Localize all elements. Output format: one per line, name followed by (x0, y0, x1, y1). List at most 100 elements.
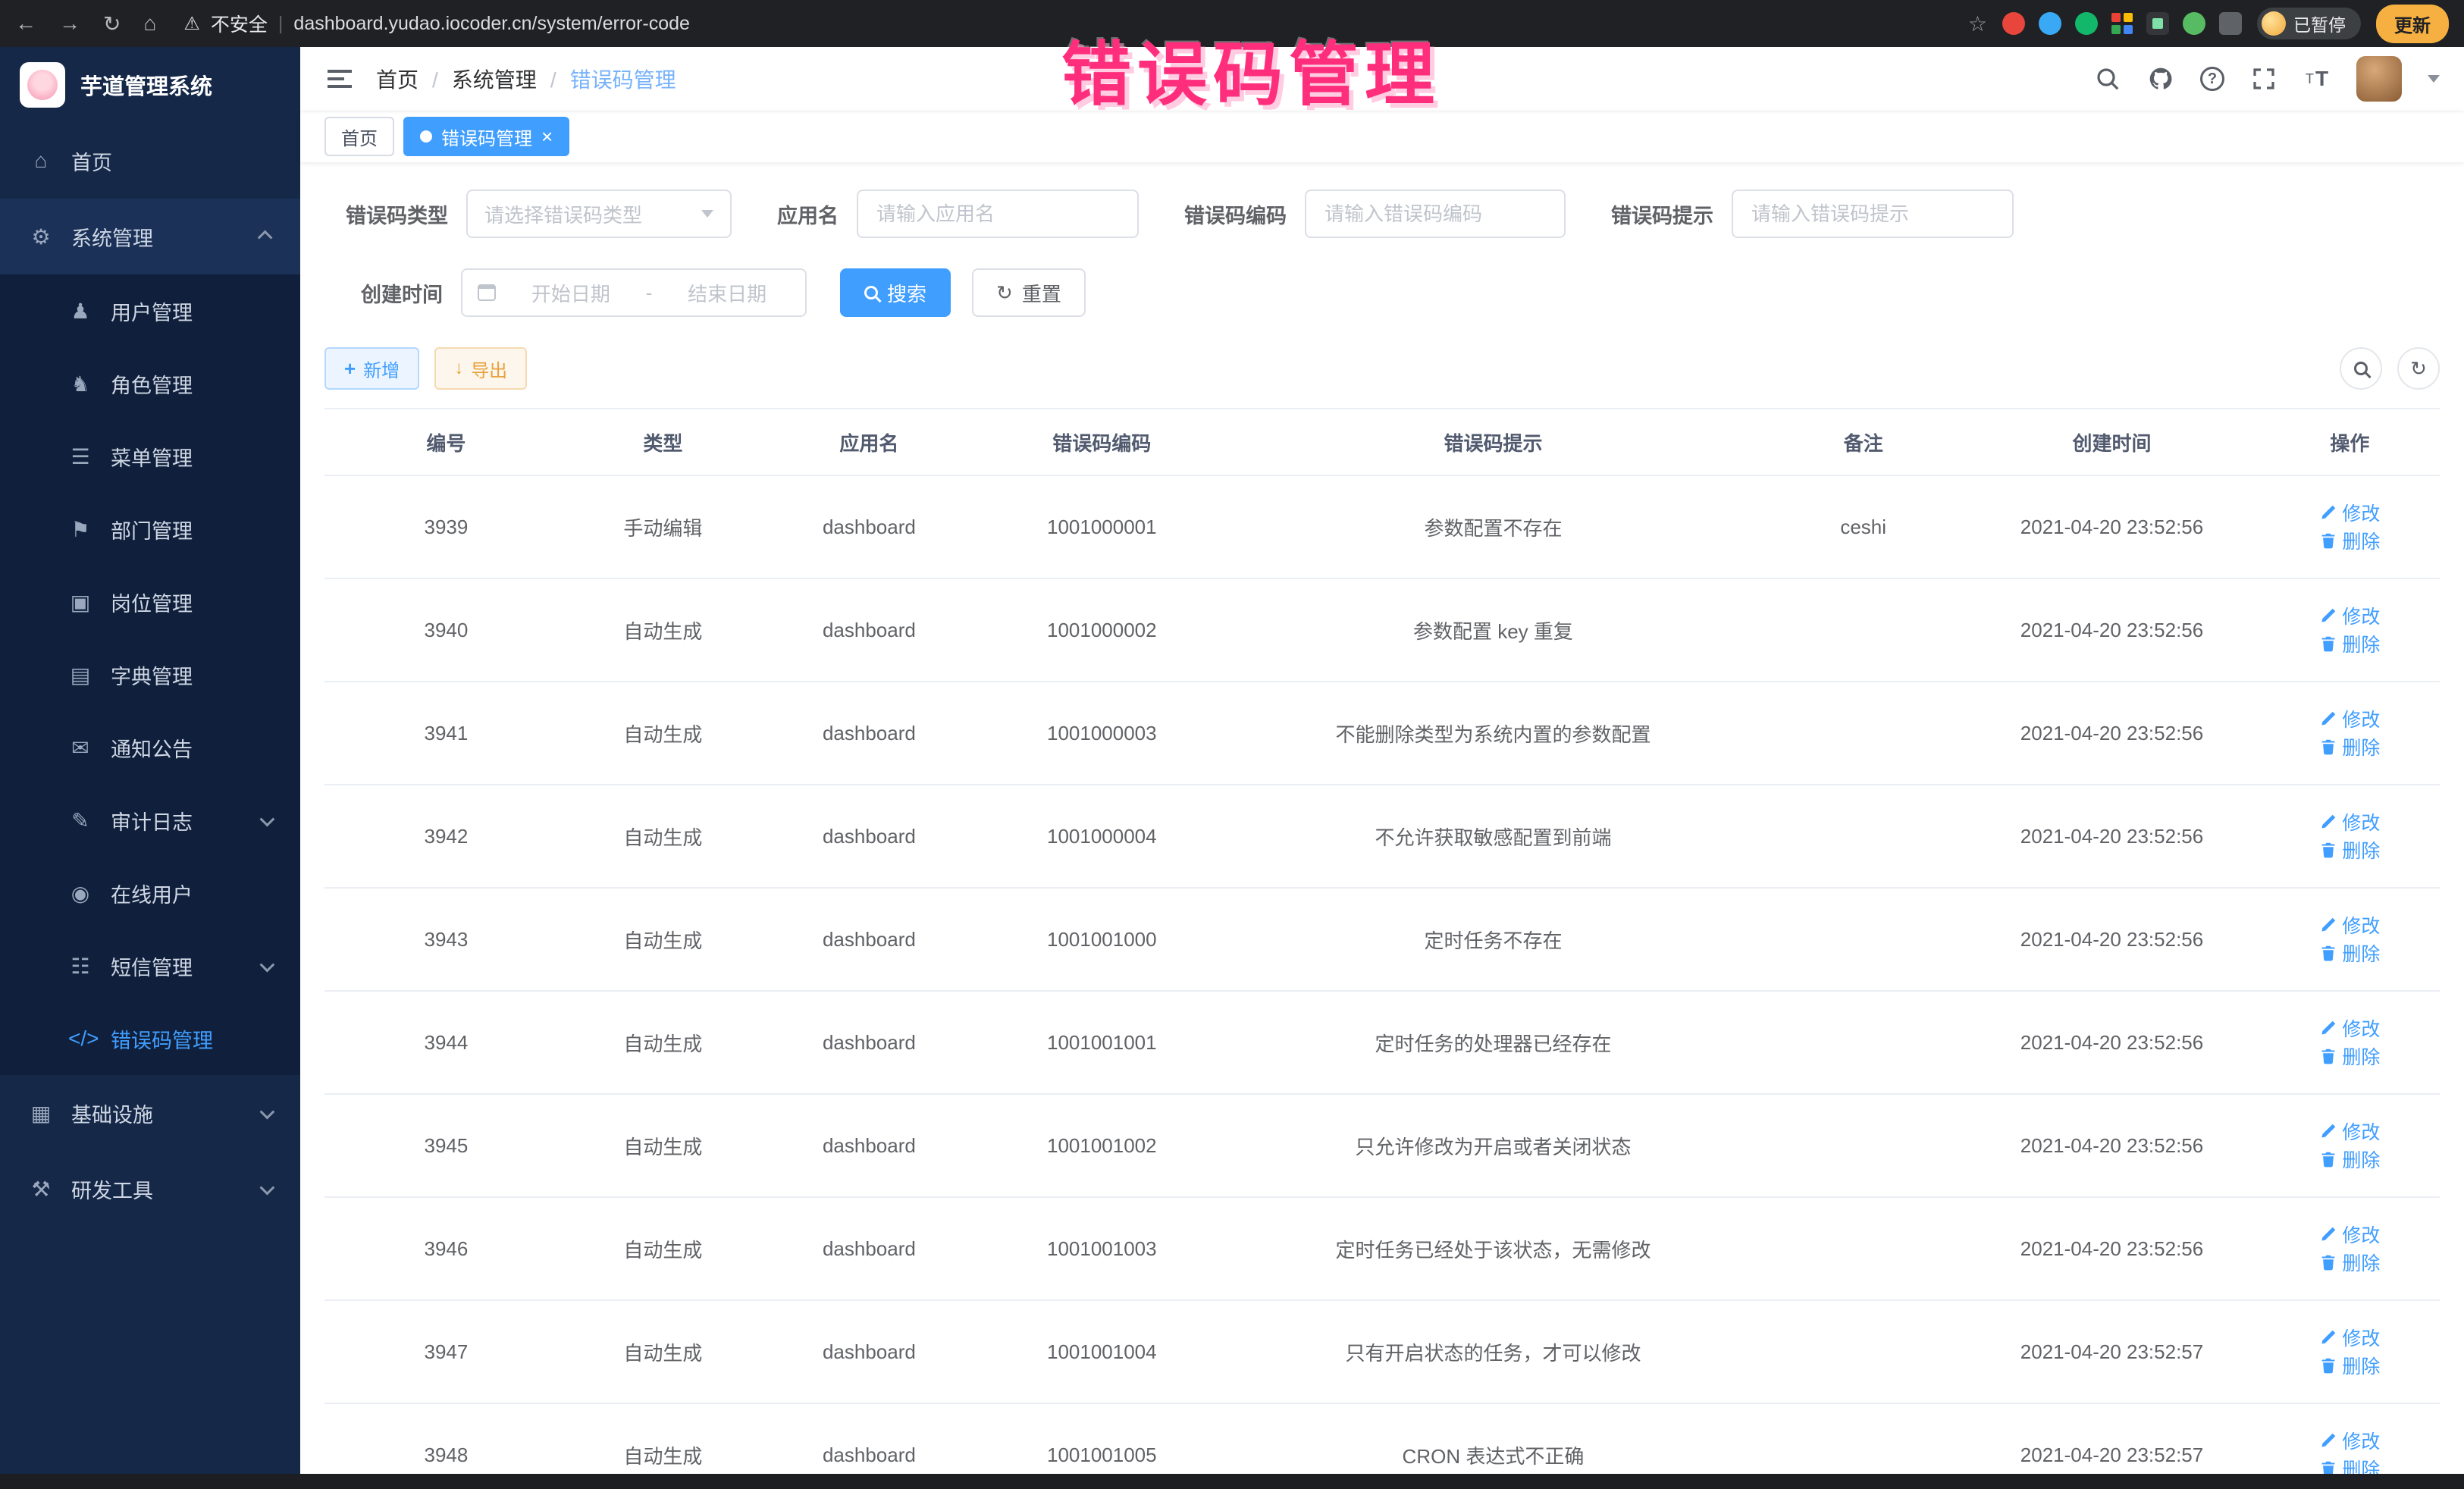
browser-home-icon[interactable] (143, 11, 156, 36)
error-code-input[interactable] (1305, 190, 1566, 238)
sidebar-item-position-management[interactable]: ▣ 岗位管理 (0, 566, 300, 638)
plus-icon (344, 357, 356, 381)
chevron-down-icon[interactable] (2428, 75, 2440, 83)
delete-link[interactable]: 删除 (2319, 733, 2380, 760)
edit-link[interactable]: 修改 (2319, 499, 2380, 526)
add-button[interactable]: 新增 (324, 347, 419, 390)
help-icon[interactable] (2200, 67, 2224, 91)
sidebar-item-dictionary-management[interactable]: ▤ 字典管理 (0, 638, 300, 711)
tab-close-icon[interactable] (541, 125, 553, 149)
cell-hint: 参数配置 key 重复 (1224, 578, 1763, 682)
delete-link[interactable]: 删除 (2319, 630, 2380, 657)
edit-link[interactable]: 修改 (2319, 1118, 2380, 1145)
extension-record-icon[interactable] (2002, 12, 2025, 35)
sidebar-toggle-icon[interactable] (324, 64, 355, 94)
edit-icon (2319, 1328, 2337, 1346)
cell-hint: 定时任务已经处于该状态，无需修改 (1224, 1197, 1763, 1300)
export-button[interactable]: 导出 (434, 347, 527, 390)
delete-link[interactable]: 删除 (2319, 1249, 2380, 1276)
sidebar-item-department-management[interactable]: ⚑ 部门管理 (0, 493, 300, 566)
github-icon[interactable] (2147, 65, 2174, 92)
sidebar-item-sms-management[interactable]: ☷ 短信管理 (0, 929, 300, 1002)
org-chart-icon: ⚑ (68, 517, 92, 542)
sidebar-item-audit-log[interactable]: ✎ 审计日志 (0, 784, 300, 857)
browser-reload-icon[interactable] (103, 11, 121, 36)
cell-hint: 只有开启状态的任务，才可以修改 (1224, 1300, 1763, 1403)
table-row: 3943 自动生成 dashboard 1001001000 定时任务不存在 2… (324, 888, 2440, 991)
delete-link[interactable]: 删除 (2319, 1455, 2380, 1474)
delete-link[interactable]: 删除 (2319, 527, 2380, 554)
cell-code: 1001000004 (980, 785, 1224, 888)
extension-v-icon[interactable] (2075, 12, 2098, 35)
extension-drop-icon[interactable] (2039, 12, 2061, 35)
breadcrumb-item[interactable]: 错误码管理 (537, 64, 676, 94)
toggle-search-button[interactable] (2340, 347, 2382, 390)
profile-paused-badge[interactable]: 已暂停 (2257, 8, 2361, 39)
extension-leaf-icon[interactable] (2183, 12, 2205, 35)
edit-link[interactable]: 修改 (2319, 602, 2380, 629)
edit-link[interactable]: 修改 (2319, 1221, 2380, 1248)
tab[interactable]: 错误码管理 (403, 117, 569, 156)
browser-back-icon[interactable] (15, 11, 36, 36)
address-bar[interactable]: 不安全 | dashboard.yudao.iocoder.cn/system/… (171, 10, 1987, 37)
cell-app: dashboard (758, 888, 980, 991)
cell-actions: 修改 删除 (2260, 1403, 2440, 1474)
cell-actions: 修改 删除 (2260, 991, 2440, 1094)
sidebar-item-dev-tools[interactable]: ⚒ 研发工具 (0, 1151, 300, 1227)
edit-link[interactable]: 修改 (2319, 911, 2380, 939)
edit-link[interactable]: 修改 (2319, 1324, 2380, 1351)
app-name-input[interactable] (857, 190, 1139, 238)
breadcrumb-item[interactable]: 首页 (376, 64, 419, 94)
sidebar-item-user-management[interactable]: ♟ 用户管理 (0, 274, 300, 347)
breadcrumb-item[interactable]: 系统管理 (419, 64, 537, 94)
sidebar-item-role-management[interactable]: ♞ 角色管理 (0, 347, 300, 420)
bookmark-star-icon[interactable] (1968, 11, 1987, 36)
refresh-table-button[interactable] (2397, 347, 2440, 390)
browser-forward-icon[interactable] (59, 11, 80, 36)
edit-link[interactable]: 修改 (2319, 808, 2380, 835)
cell-code: 1001001004 (980, 1300, 1224, 1403)
delete-link[interactable]: 删除 (2319, 836, 2380, 864)
edit-link[interactable]: 修改 (2319, 705, 2380, 732)
error-hint-input[interactable] (1732, 190, 2014, 238)
date-end-placeholder: 结束日期 (664, 279, 790, 307)
search-icon[interactable] (2094, 65, 2121, 92)
tabs-bar: 首页 错误码管理 (300, 111, 2464, 162)
error-type-select[interactable]: 请选择错误码类型 (466, 190, 732, 238)
extension-grid-icon[interactable] (2111, 13, 2133, 34)
menu-label: 基础设施 (71, 1099, 153, 1128)
sidebar-item-online-users[interactable]: ◉ 在线用户 (0, 857, 300, 929)
reset-button[interactable]: 重置 (972, 268, 1086, 317)
chevron-down-icon (260, 812, 275, 827)
sidebar-item-home[interactable]: ⌂ 首页 (0, 123, 300, 199)
menu-label: 错误码管理 (111, 1024, 213, 1054)
menu-label: 研发工具 (71, 1174, 153, 1204)
sidebar-item-announcement[interactable]: ✉ 通知公告 (0, 711, 300, 784)
edit-link[interactable]: 修改 (2319, 1427, 2380, 1454)
delete-link[interactable]: 删除 (2319, 1146, 2380, 1173)
extension-dark-badge-icon[interactable] (2146, 12, 2169, 35)
search-button[interactable]: 搜索 (840, 268, 951, 317)
column-header: 错误码提示 (1224, 409, 1763, 475)
sidebar-item-error-code-management[interactable]: </> 错误码管理 (0, 1002, 300, 1075)
extensions-puzzle-icon[interactable] (2219, 12, 2242, 35)
sidebar-item-menu-management[interactable]: ☰ 菜单管理 (0, 420, 300, 493)
font-size-icon[interactable] (2303, 65, 2331, 92)
sidebar-item-system-management[interactable]: ⚙ 系统管理 (0, 199, 300, 274)
app-logo[interactable]: 芋道管理系统 (0, 47, 300, 123)
security-label: 不安全 (211, 10, 268, 37)
tab[interactable]: 首页 (324, 117, 394, 156)
tab-label: 首页 (341, 124, 378, 150)
sidebar-item-infrastructure[interactable]: ▦ 基础设施 (0, 1075, 300, 1151)
delete-link[interactable]: 删除 (2319, 1042, 2380, 1070)
user-avatar[interactable] (2356, 56, 2402, 102)
cell-actions: 修改 删除 (2260, 1094, 2440, 1197)
delete-link[interactable]: 删除 (2319, 939, 2380, 967)
fullscreen-icon[interactable] (2250, 65, 2277, 92)
create-time-range-picker[interactable]: 开始日期 - 结束日期 (461, 268, 807, 317)
delete-link[interactable]: 删除 (2319, 1352, 2380, 1379)
edit-link[interactable]: 修改 (2319, 1014, 2380, 1042)
browser-update-button[interactable]: 更新 (2376, 5, 2449, 43)
browser-extensions (2002, 12, 2242, 35)
menu-label: 通知公告 (111, 733, 193, 763)
